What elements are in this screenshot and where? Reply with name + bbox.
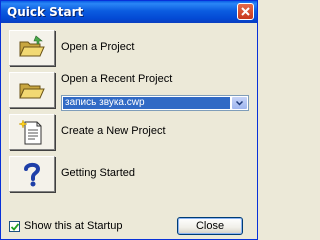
window-title: Quick Start [7,5,84,19]
recent-project-select[interactable]: запись звука.cwp [61,95,249,111]
show-at-startup-label: Show this at Startup [24,220,123,232]
open-recent-project-button[interactable] [9,72,55,108]
create-project-label: Create a New Project [61,125,166,137]
show-at-startup-checkbox[interactable] [9,221,20,232]
chevron-down-icon [236,101,243,106]
open-folder-icon [19,83,45,99]
help-question-icon [24,162,41,187]
checkmark-icon [11,223,19,231]
close-icon [241,7,250,16]
getting-started-button[interactable] [9,156,55,192]
window-close-button[interactable] [237,3,254,20]
recent-project-dropdown-button[interactable] [232,97,247,109]
open-folder-icon [19,35,45,57]
open-project-label: Open a Project [61,41,135,53]
getting-started-label: Getting Started [61,167,135,179]
title-bar: Quick Start [1,1,257,23]
quick-start-dialog: Quick Start Open a Project Open a Recent… [0,0,258,240]
create-project-button[interactable] [9,114,55,150]
open-project-button[interactable] [9,30,55,66]
open-recent-project-label: Open a Recent Project [61,73,173,85]
close-button[interactable]: Close [177,217,243,235]
recent-project-selected-value: запись звука.cwp [63,97,230,109]
new-document-icon [18,119,42,145]
